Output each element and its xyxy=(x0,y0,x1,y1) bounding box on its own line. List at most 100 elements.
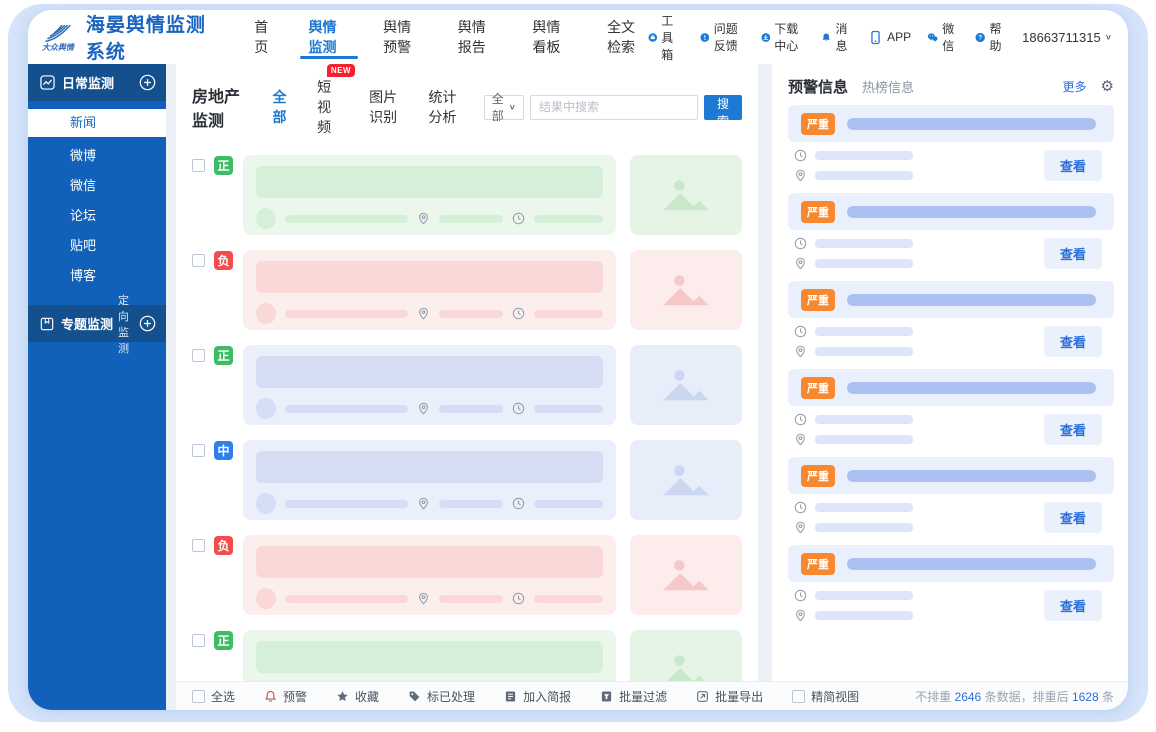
mark-processed-label: 标已处理 xyxy=(427,689,476,704)
select-all-action[interactable]: 全选 xyxy=(192,688,235,705)
alert-headline[interactable]: 严重 xyxy=(788,545,1114,582)
nav-item[interactable]: 舆情报告 xyxy=(458,10,499,64)
nav-item[interactable]: 舆情监测 xyxy=(309,10,350,64)
title-skeleton xyxy=(256,261,603,293)
row-checkbox[interactable] xyxy=(192,159,205,172)
logo-text: 大众舆情 xyxy=(41,42,74,52)
row-checkbox[interactable] xyxy=(192,539,205,552)
content-tab[interactable]: 短视频 NEW xyxy=(317,64,356,137)
content-tab[interactable]: 图片识别 xyxy=(369,87,398,127)
messages-button[interactable]: 消息 xyxy=(821,20,852,54)
alert-headline[interactable]: 严重 xyxy=(788,105,1114,142)
batch-filter-action[interactable]: 批量过滤 xyxy=(600,688,667,705)
select-all-checkbox[interactable] xyxy=(192,689,205,703)
nav-item[interactable]: 舆情预警 xyxy=(383,10,424,64)
briefing-icon xyxy=(505,690,516,702)
sidebar-section-topic[interactable]: 专题监测 定向监测 xyxy=(28,295,166,355)
favorite-action-label: 收藏 xyxy=(355,689,380,704)
result-card[interactable] xyxy=(243,155,616,235)
tab-hot-list[interactable]: 热榜信息 xyxy=(862,77,914,96)
batch-action-bar: 全选 预警 收藏 标已处理 加入简报 批量过滤 批量导出 精简视图 不排重 26… xyxy=(176,681,1128,710)
add-topic-button[interactable] xyxy=(139,315,156,332)
alert-headline[interactable]: 严重 xyxy=(788,281,1114,318)
mobile-app-icon xyxy=(871,30,880,44)
gear-icon[interactable]: ⚙ xyxy=(1101,79,1114,94)
account-menu[interactable]: 18663711315 ∨ xyxy=(1022,30,1112,45)
search-scope-select[interactable]: 全部 ∨ xyxy=(483,92,524,123)
location-skeleton xyxy=(439,309,503,318)
clock-icon xyxy=(512,497,525,510)
alert-action[interactable]: 预警 xyxy=(264,688,307,705)
sidebar-channel-item[interactable]: 微博 xyxy=(28,141,166,171)
sidebar-channel-item[interactable]: 论坛 xyxy=(28,201,166,231)
batch-export-action[interactable]: 批量导出 xyxy=(696,688,763,705)
row-checkbox[interactable] xyxy=(192,254,205,267)
alert-time-skeleton xyxy=(815,591,913,600)
view-button[interactable]: 查看 xyxy=(1043,590,1102,621)
content-tab[interactable]: 全部 xyxy=(272,87,287,127)
view-button[interactable]: 查看 xyxy=(1043,238,1102,269)
filter-icon xyxy=(601,690,612,702)
alert-detail: 查看 xyxy=(788,318,1114,360)
compact-view-checkbox[interactable] xyxy=(792,689,806,703)
wechat-button[interactable]: 微信 xyxy=(927,20,959,54)
swoosh-logo-icon xyxy=(45,24,71,42)
alert-action-label: 预警 xyxy=(283,689,308,704)
alert-headline[interactable]: 严重 xyxy=(788,369,1114,406)
add-monitor-button[interactable] xyxy=(139,74,156,91)
toolbox-button[interactable]: 工具箱 xyxy=(648,12,684,63)
view-button[interactable]: 查看 xyxy=(1043,150,1102,181)
nav-item[interactable]: 舆情看板 xyxy=(532,10,573,64)
content-tabs: 全部 短视频 NEW 图片识别 统计分析 xyxy=(272,64,457,137)
app-button[interactable]: APP xyxy=(868,30,911,45)
view-button[interactable]: 查看 xyxy=(1043,414,1102,445)
content-tab[interactable]: 统计分析 xyxy=(428,87,457,127)
result-card[interactable] xyxy=(243,440,616,520)
nav-item[interactable]: 首页 xyxy=(254,10,274,64)
alert-headline[interactable]: 严重 xyxy=(788,193,1114,230)
alert-headline[interactable]: 严重 xyxy=(788,457,1114,494)
alert-detail: 查看 xyxy=(788,406,1114,448)
sidebar-channel-item[interactable]: 微信 xyxy=(28,171,166,201)
result-card[interactable] xyxy=(243,250,616,330)
help-label: 帮助 xyxy=(989,22,1002,53)
nav-item[interactable]: 全文检索 xyxy=(607,10,648,64)
sidebar-channel-item[interactable]: 新闻 xyxy=(28,109,166,137)
alert-item: 严重 查看 xyxy=(788,545,1114,624)
row-checkbox[interactable] xyxy=(192,349,205,362)
add-briefing-action[interactable]: 加入简报 xyxy=(504,688,571,705)
more-link[interactable]: 更多 xyxy=(1063,78,1087,95)
row-checkbox[interactable] xyxy=(192,634,205,647)
feedback-label: 问题反馈 xyxy=(713,22,738,53)
result-card[interactable] xyxy=(243,345,616,425)
tag-icon xyxy=(409,691,420,701)
content-area: 房地产监测 全部 短视频 NEW 图片识别 统计分析 全部 ∨ 结果中搜索 搜索… xyxy=(166,64,1128,710)
toolbox-label: 工具箱 xyxy=(661,13,674,62)
clock-icon xyxy=(794,501,807,514)
help-button[interactable]: ? 帮助 xyxy=(975,20,1006,54)
sidebar-section-title: 专题监测 xyxy=(61,317,114,332)
logo-mark: 大众舆情 xyxy=(40,22,76,53)
tab-alert-info[interactable]: 预警信息 xyxy=(788,76,848,97)
search-button[interactable]: 搜索 xyxy=(703,94,742,128)
result-card[interactable] xyxy=(243,535,616,615)
result-row: 正 xyxy=(192,338,742,433)
sidebar-channel-item[interactable]: 博客 xyxy=(28,261,166,291)
view-button[interactable]: 查看 xyxy=(1043,326,1102,357)
mark-processed-action[interactable]: 标已处理 xyxy=(408,688,475,705)
thumbnail-placeholder xyxy=(630,250,742,330)
compact-view-action[interactable]: 精简视图 xyxy=(792,688,859,705)
wechat-label: 微信 xyxy=(942,22,955,53)
feedback-button[interactable]: 问题反馈 xyxy=(700,20,744,54)
download-center-button[interactable]: 下载中心 xyxy=(761,20,805,54)
search-input[interactable] xyxy=(529,94,698,120)
result-card[interactable] xyxy=(243,630,616,681)
favorite-action[interactable]: 收藏 xyxy=(336,688,379,705)
sidebar-section-daily[interactable]: 日常监测 xyxy=(28,64,166,101)
batch-filter-label: 批量过滤 xyxy=(619,689,668,704)
view-button[interactable]: 查看 xyxy=(1043,502,1102,533)
avatar xyxy=(256,398,276,419)
chevron-down-icon: ∨ xyxy=(1104,32,1113,42)
sidebar-channel-item[interactable]: 贴吧 xyxy=(28,231,166,261)
row-checkbox[interactable] xyxy=(192,444,205,457)
